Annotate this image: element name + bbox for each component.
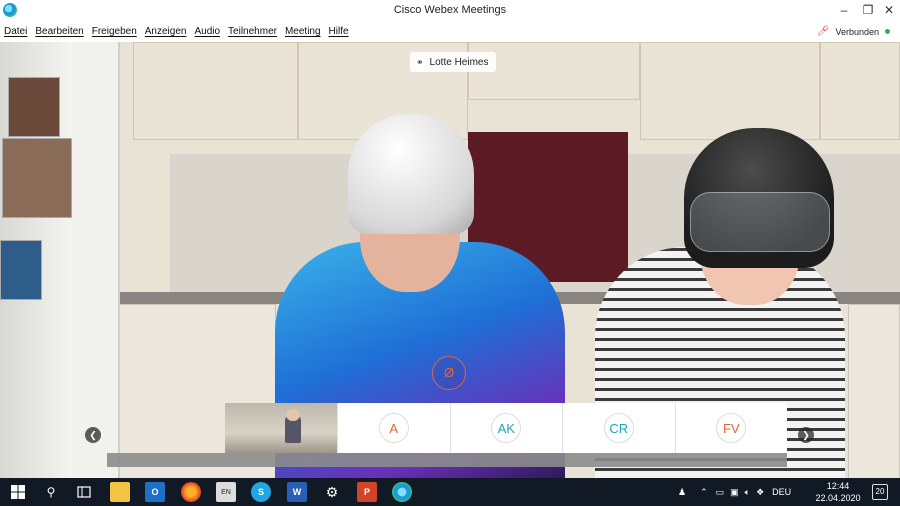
menu-bearbeiten[interactable]: Bearbeiten (35, 22, 83, 42)
network-tray-icon[interactable]: ▣ (730, 487, 739, 498)
minimize-button[interactable]: – (834, 2, 854, 18)
filmstrip-prev-icon[interactable]: ❮ (85, 427, 101, 443)
search-icon[interactable]: ⚲ (41, 482, 61, 502)
menu-meeting[interactable]: Meeting (285, 22, 321, 42)
participant-tile-ak[interactable]: AK (449, 403, 563, 453)
thumbnail-head (286, 409, 300, 421)
filmstrip-scroll-track[interactable] (107, 453, 787, 467)
dropbox-icon[interactable]: ❖ (756, 487, 764, 498)
participant-initials: A (389, 420, 399, 436)
settings-gear-icon[interactable]: ⚙ (322, 482, 342, 502)
white-helmet (348, 114, 474, 234)
upper-cabinet (133, 42, 298, 140)
fridge-photo (0, 240, 42, 300)
clock-time: 12:44 (826, 481, 850, 491)
participant-tile-fv[interactable]: FV (674, 403, 788, 453)
chevron-up-icon[interactable]: ⌃ (700, 487, 708, 498)
connection-status[interactable]: 🎤︎ Verbunden (817, 26, 890, 37)
participant-initials: CR (609, 420, 629, 436)
close-button[interactable]: ✕ (879, 2, 899, 18)
clock-date: 22.04.2020 (815, 493, 861, 503)
participant-initials: AK (497, 420, 515, 436)
menu-bar: Datei Bearbeiten Freigeben Anzeigen Audi… (0, 22, 900, 42)
upper-cabinet (820, 42, 900, 140)
restore-button[interactable]: ❐ (858, 2, 878, 18)
participant-avatar: AK (491, 413, 522, 443)
menu-audio[interactable]: Audio (194, 22, 220, 42)
participant-filmstrip: A AK CR FV (225, 403, 787, 453)
menu-anzeigen[interactable]: Anzeigen (145, 22, 187, 42)
system-tray: ♟ ⌃ ▭ ▣ 🔈︎ ❖ DEU (678, 478, 791, 506)
clock[interactable]: 12:44 22.04.2020 (808, 480, 868, 504)
notification-count: 20 (875, 487, 885, 496)
skype-icon[interactable]: S (251, 482, 271, 502)
helmet-visor (690, 192, 830, 252)
filmstrip-next-icon[interactable]: ❯ (798, 427, 814, 443)
participant-avatar: A (378, 413, 409, 443)
battery-icon[interactable]: ▭ (716, 487, 725, 498)
menu-freigeben[interactable]: Freigeben (92, 22, 137, 42)
title-bar: Cisco Webex Meetings – ❐ ✕ (0, 0, 900, 22)
network-icon: ⚭ (416, 56, 424, 67)
windows-taskbar: ⚲ O EN S W ⚙ P ♟ ⌃ ▭ ▣ 🔈︎ ❖ DEU 12:44 22… (0, 478, 900, 506)
word-icon[interactable]: W (287, 482, 307, 502)
window-title: Cisco Webex Meetings (393, 4, 507, 16)
connection-label: Verbunden (835, 26, 879, 37)
active-speaker-label: ⚭ Lotte Heimes (410, 52, 497, 72)
lower-cabinet (848, 304, 900, 478)
fridge-photo (2, 138, 72, 218)
participant-avatar: FV (716, 413, 747, 443)
participant-tile-cr[interactable]: CR (562, 403, 675, 453)
participant-tile-a[interactable]: A (337, 403, 450, 453)
task-view-icon[interactable] (74, 482, 94, 502)
self-video-thumbnail[interactable] (225, 403, 337, 453)
menu-teilnehmer[interactable]: Teilnehmer (228, 22, 277, 42)
outlook-icon[interactable]: O (145, 482, 165, 502)
upper-cabinet (640, 42, 820, 140)
powerpoint-icon[interactable]: P (357, 482, 377, 502)
muted-mic-icon: Ø (432, 356, 466, 390)
fridge-photo (8, 77, 60, 137)
people-icon[interactable]: ♟ (678, 487, 686, 498)
connected-dot-icon (885, 29, 890, 34)
language-en-icon[interactable]: EN (216, 482, 236, 502)
file-explorer-icon[interactable] (110, 482, 130, 502)
notification-center-icon[interactable]: 20 (872, 484, 888, 500)
speaker-name: Lotte Heimes (429, 56, 489, 68)
menu-hilfe[interactable]: Hilfe (329, 22, 349, 42)
menu-datei[interactable]: Datei (4, 22, 27, 42)
volume-icon[interactable]: 🔈︎ (745, 487, 750, 498)
participant-initials: FV (722, 420, 740, 436)
microphone-icon: 🎤︎ (816, 26, 830, 37)
firefox-icon[interactable] (181, 482, 201, 502)
language-indicator[interactable]: DEU (772, 487, 791, 497)
windows-start-icon[interactable] (8, 482, 28, 502)
webex-taskbar-icon[interactable] (392, 482, 412, 502)
participant-avatar: CR (603, 413, 634, 443)
